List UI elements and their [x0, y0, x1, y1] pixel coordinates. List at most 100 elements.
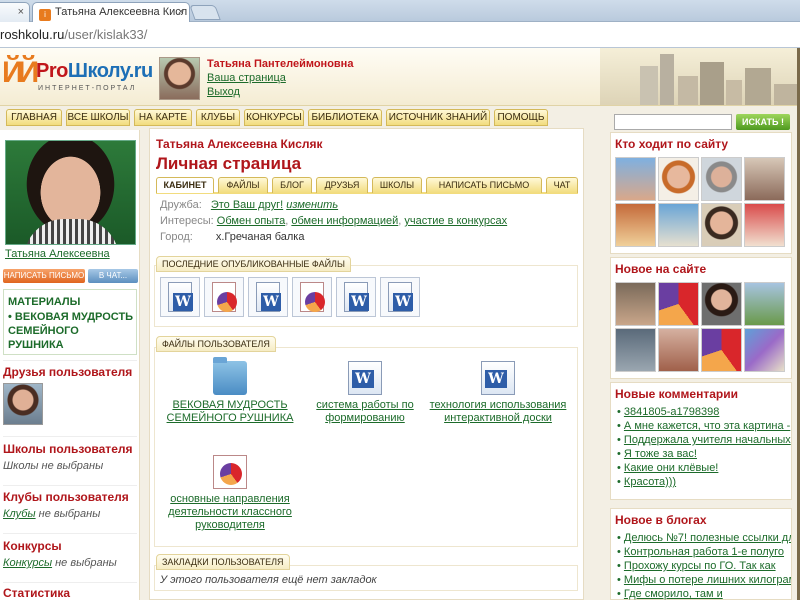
nav-contests[interactable]: КОНКУРСЫ: [244, 109, 304, 126]
comment-link[interactable]: Какие они клёвые!: [624, 462, 718, 474]
browser-tab-1[interactable]: ×: [0, 2, 30, 22]
friend-avatar[interactable]: [3, 383, 43, 425]
nav-library[interactable]: БИБЛИОТЕКА: [308, 109, 382, 126]
clubs-link[interactable]: Клубы: [3, 508, 36, 520]
site-header: ЙЙ ProШколу.ru ИНТЕРНЕТ-ПОРТАЛ Татьяна П…: [0, 48, 800, 106]
user-file-item[interactable]: основные направления деятельности классн…: [160, 455, 300, 532]
new-tab-button[interactable]: [189, 5, 221, 20]
clubs-text: не выбраны: [35, 508, 101, 520]
close-tab-icon[interactable]: ×: [18, 3, 24, 21]
blog-link[interactable]: Контрольная работа 1-е полуго: [624, 546, 784, 558]
nav-clubs[interactable]: КЛУБЫ: [196, 109, 240, 126]
visitor-avatar[interactable]: [658, 203, 699, 247]
new-item-thumb[interactable]: [658, 328, 699, 372]
blog-link[interactable]: Делюсь №7! полезные ссылки дл: [624, 532, 791, 544]
write-message-button[interactable]: НАПИСАТЬ ПИСЬМО: [3, 269, 85, 283]
user-file-name[interactable]: основные направления деятельности классн…: [168, 493, 292, 531]
new-item-thumb[interactable]: [615, 328, 656, 372]
interest-link[interactable]: Обмен опыта: [217, 215, 285, 227]
main-nav: ГЛАВНАЯ ВСЕ ШКОЛЫ НА КАРТЕ КЛУБЫ КОНКУРС…: [0, 106, 600, 128]
visitor-avatar[interactable]: [701, 157, 742, 201]
nav-main[interactable]: ГЛАВНАЯ: [6, 109, 62, 126]
bookmarks-title: ЗАКЛАДКИ ПОЛЬЗОВАТЕЛЯ: [156, 554, 290, 570]
nav-help[interactable]: ПОМОЩЬ: [494, 109, 548, 126]
interest-link[interactable]: обмен информацией: [291, 215, 398, 227]
visitor-avatar[interactable]: [658, 157, 699, 201]
recent-file-word-icon[interactable]: W: [336, 277, 376, 317]
schools-title: Школы пользователя: [3, 442, 133, 456]
recent-file-ppt-icon[interactable]: [292, 277, 332, 317]
schools-section: Школы пользователя Школы не выбраны: [3, 442, 137, 472]
chat-button[interactable]: В ЧАТ...: [88, 269, 138, 283]
contests-link[interactable]: Конкурсы: [3, 557, 52, 569]
visitor-avatar[interactable]: [744, 203, 785, 247]
user-file-name[interactable]: система работы по формированию: [316, 399, 413, 424]
site-logo[interactable]: ЙЙ ProШколу.ru ИНТЕРНЕТ-ПОРТАЛ: [0, 54, 153, 98]
user-file-item[interactable]: W технология использования интерактивной…: [428, 361, 568, 425]
presentation-icon[interactable]: [658, 282, 699, 326]
visitor-avatar[interactable]: [701, 203, 742, 247]
friendship-change-link[interactable]: изменить: [286, 199, 338, 211]
nav-map[interactable]: НА КАРТЕ: [134, 109, 192, 126]
user-file-item[interactable]: W система работы по формированию: [310, 361, 420, 425]
your-page-link[interactable]: Ваша страница: [207, 71, 353, 85]
city-label: Город:: [160, 231, 193, 243]
word-document-icon: W: [481, 361, 515, 395]
current-user-block: Татьяна Пантелеймоновна Ваша страница Вы…: [207, 57, 353, 99]
new-item-thumb[interactable]: [744, 328, 785, 372]
url-path: /user/kislak33/: [64, 27, 148, 42]
visitor-avatar[interactable]: [615, 157, 656, 201]
tab-write-message[interactable]: НАПИСАТЬ ПИСЬМО: [426, 177, 542, 193]
user-file-name[interactable]: технология использования интерактивной д…: [430, 399, 567, 424]
comment-link[interactable]: А мне кажется, что эта картина -: [624, 420, 790, 432]
friendship-value[interactable]: Это Ваш друг!: [211, 199, 283, 211]
recent-file-word-icon[interactable]: W: [160, 277, 200, 317]
logout-link[interactable]: Выход: [207, 85, 353, 99]
stats-section: Статистика: [3, 586, 137, 600]
profile-photo: [5, 140, 136, 245]
nav-knowledge-source[interactable]: ИСТОЧНИК ЗНАНИЙ: [386, 109, 490, 126]
address-bar[interactable]: roshkolu.ru/user/kislak33/: [0, 22, 800, 48]
current-user-avatar[interactable]: [159, 57, 200, 100]
user-file-item[interactable]: ВЕКОВАЯ МУДРОСТЬ СЕМЕЙНОГО РУШНИКА: [160, 357, 300, 425]
visitor-avatar[interactable]: [615, 203, 656, 247]
presentation-icon[interactable]: [701, 328, 742, 372]
browser-tab-active[interactable]: i Татьяна Алексеевна Кисл ×: [32, 2, 190, 22]
new-item-thumb[interactable]: [615, 282, 656, 326]
blog-link[interactable]: Мифы о потере лишних килограм: [624, 574, 791, 586]
tab-files[interactable]: ФАЙЛЫ: [218, 177, 268, 193]
presentation-icon: [213, 455, 247, 489]
tab-friends[interactable]: ДРУЗЬЯ: [316, 177, 368, 193]
comment-link[interactable]: Красота))): [624, 476, 676, 488]
recent-file-word-icon[interactable]: W: [248, 277, 288, 317]
nav-all-schools[interactable]: ВСЕ ШКОЛЫ: [66, 109, 130, 126]
recent-file-word-icon[interactable]: W: [380, 277, 420, 317]
search-button[interactable]: ИСКАТЬ !: [736, 114, 790, 130]
tab-blog[interactable]: БЛОГ: [272, 177, 312, 193]
friendship-row: Дружба: Это Ваш друг! изменить: [160, 199, 338, 211]
schools-text: Школы не выбраны: [3, 460, 104, 472]
stats-title: Статистика: [3, 586, 71, 600]
visitors-box: Кто ходит по сайту: [610, 132, 792, 254]
blog-link[interactable]: Где сморило, там и: [624, 588, 723, 600]
blog-link[interactable]: Прохожу курсы по ГО. Так как: [624, 560, 776, 572]
user-file-name[interactable]: ВЕКОВАЯ МУДРОСТЬ СЕМЕЙНОГО РУШНИКА: [167, 399, 294, 424]
main-content: Татьяна Алексеевна Кисляк Личная страниц…: [149, 128, 584, 600]
visitor-avatar[interactable]: [744, 157, 785, 201]
close-tab-icon[interactable]: ×: [178, 3, 184, 21]
comment-link[interactable]: Поддержала учителя начальных: [624, 434, 791, 446]
recent-file-ppt-icon[interactable]: [204, 277, 244, 317]
tab-schools[interactable]: ШКОЛЫ: [372, 177, 422, 193]
header-city-image: [600, 48, 800, 105]
tab-chat[interactable]: ЧАТ: [546, 177, 578, 193]
comment-link[interactable]: Я тоже за вас!: [624, 448, 697, 460]
logo-pro: Pro: [36, 60, 68, 82]
comment-link[interactable]: 3841805-a1798398: [624, 406, 719, 418]
profile-photo-caption[interactable]: Татьяна Алексеевна: [5, 248, 110, 260]
tab-cabinet[interactable]: КАБИНЕТ: [156, 177, 214, 193]
materials-item[interactable]: • ВЕКОВАЯ МУДРОСТЬ СЕМЕЙНОГО РУШНИКА: [8, 310, 136, 352]
new-item-thumb[interactable]: [744, 282, 785, 326]
interest-link[interactable]: участие в конкурсах: [404, 215, 507, 227]
search-input[interactable]: [614, 114, 732, 130]
new-item-thumb[interactable]: [701, 282, 742, 326]
